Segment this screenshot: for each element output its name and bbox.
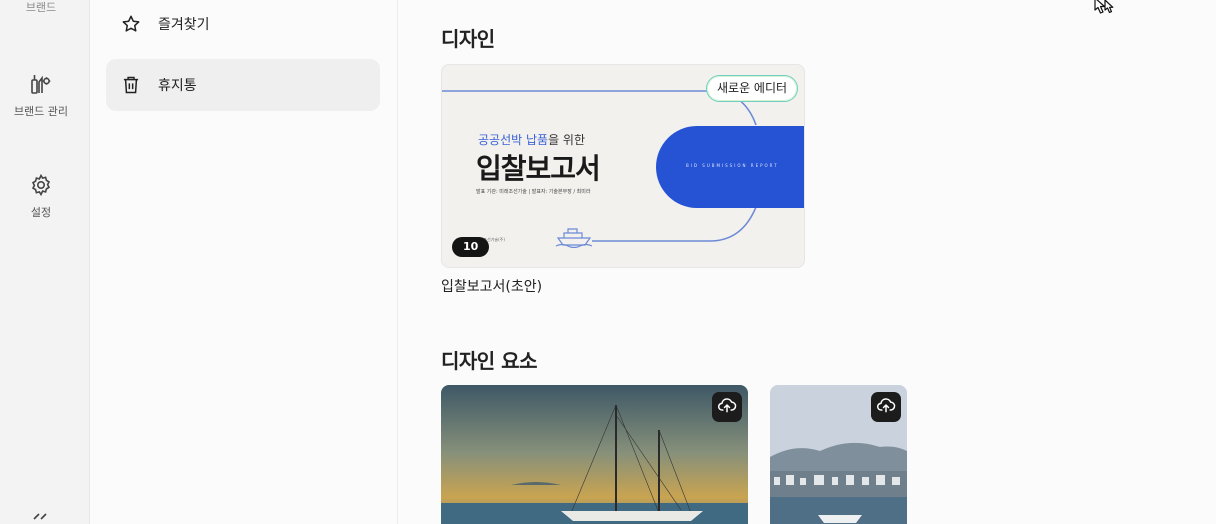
gear-icon	[29, 173, 53, 201]
elements-section-title: 디자인 요소	[441, 349, 537, 373]
star-icon	[120, 13, 142, 35]
menu-item-favorites[interactable]: 즐겨찾기	[106, 0, 380, 50]
element-photo-harbor[interactable]	[770, 385, 907, 524]
cloud-upload-icon	[876, 395, 896, 419]
thumbnail-title: 입찰보고서	[476, 152, 601, 185]
element-photo-sailboat[interactable]	[441, 385, 748, 524]
mouse-cursor-icon	[1093, 0, 1117, 16]
design-card[interactable]: 공공선박 납품을 위한 입찰보고서 발표 기관: 미래조선기술 | 발표자: 기…	[441, 64, 805, 268]
side-panel: 즐겨찾기 휴지통	[90, 0, 398, 524]
rail-item-label: 브랜드 관리	[13, 105, 69, 118]
upload-button[interactable]	[712, 392, 742, 422]
rail-item-settings[interactable]: 설정	[0, 173, 82, 220]
rail-item-brand[interactable]: 브랜드	[0, 0, 82, 15]
brand-manage-icon	[29, 72, 53, 100]
thumbnail-pill-text: BID SUBMISSION REPORT	[686, 163, 779, 168]
ship-icon	[555, 228, 593, 248]
upload-button[interactable]	[871, 392, 901, 422]
double-chevron-left-icon[interactable]	[30, 510, 50, 524]
design-section-title: 디자인	[441, 27, 495, 51]
rail-item-label: 브랜드	[25, 1, 57, 14]
rail-item-brand-manage[interactable]: 브랜드 관리	[0, 72, 82, 119]
menu-item-label: 즐겨찾기	[158, 17, 210, 33]
cloud-upload-icon	[717, 395, 737, 419]
thumbnail-meta: 발표 기관: 미래조선기술 | 발표자: 기술본부장 / 최미라	[476, 189, 591, 195]
main-content: 디자인 공공선박 납품을 위한 입찰보고서 발표 기관: 미래조선기술 | 발표…	[398, 0, 1216, 524]
rail-item-label: 설정	[30, 206, 52, 219]
menu-item-label: 휴지통	[158, 78, 197, 94]
design-card-title[interactable]: 입찰보고서(초안)	[441, 276, 542, 296]
menu-item-trash[interactable]: 휴지통	[106, 59, 380, 111]
new-editor-badge: 새로운 에디터	[706, 75, 799, 102]
icon-rail: 브랜드 브랜드 관리 설정	[0, 0, 90, 524]
thumbnail-subtitle: 공공선박 납품을 위한	[478, 133, 585, 147]
trash-icon	[120, 74, 142, 96]
page-count-badge: 10	[452, 237, 490, 257]
sailboat-photo	[441, 385, 748, 524]
